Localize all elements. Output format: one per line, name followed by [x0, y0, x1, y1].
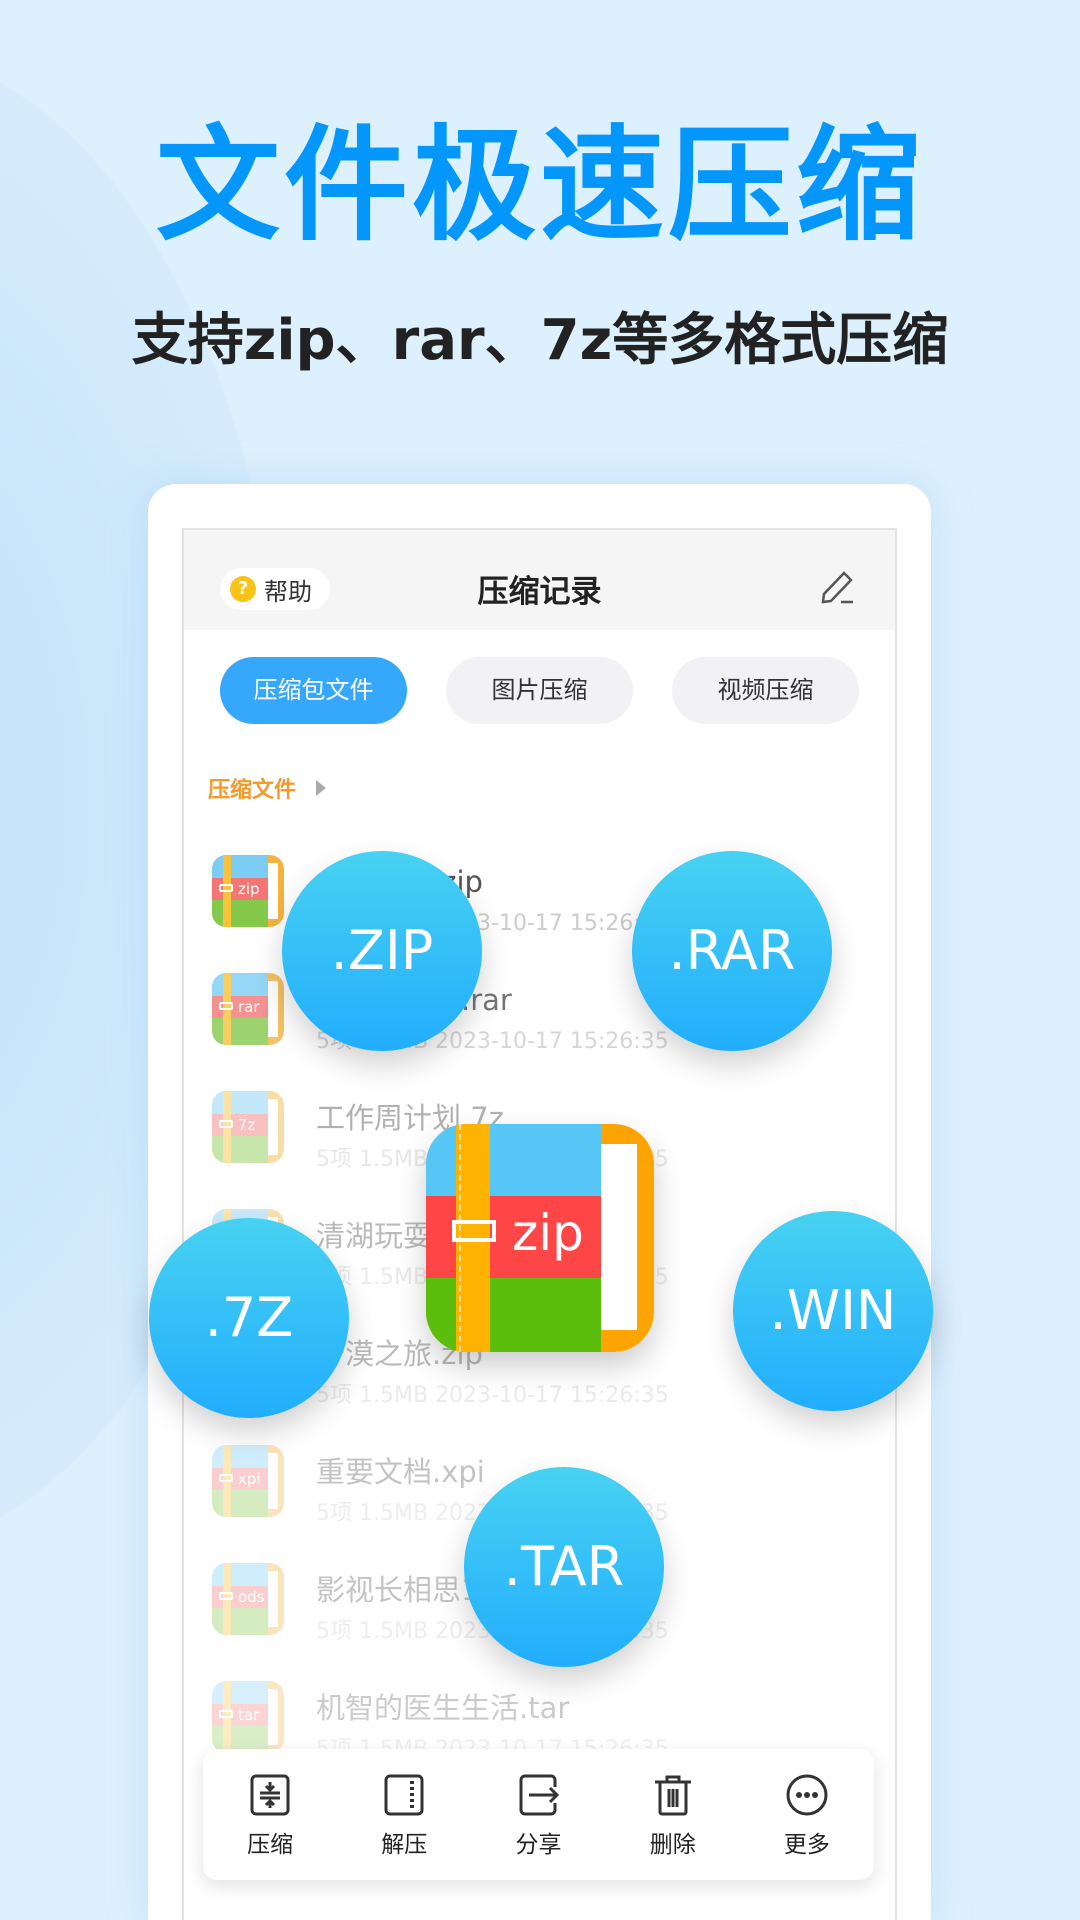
format-bubble-rar: .RAR [632, 851, 832, 1051]
compress-label: 压缩 [247, 1832, 294, 1858]
app-header: ? 帮助 压缩记录 [184, 530, 895, 630]
file-name: 机智的医生生活.tar [316, 1691, 570, 1725]
file-ext-label: zip [238, 880, 260, 898]
format-bubble-zip: .ZIP [282, 851, 482, 1051]
compress-button[interactable]: 压缩 [203, 1749, 337, 1880]
file-ext-label: 7z [238, 1116, 256, 1134]
share-icon [519, 1774, 559, 1816]
format-bubble-7z: .7Z [149, 1218, 349, 1418]
tab-archive-files[interactable]: 压缩包文件 [220, 657, 407, 724]
section-label: 压缩文件 [208, 778, 297, 803]
trash-icon [654, 1775, 691, 1816]
hero-title: 文件极速压缩 [155, 114, 924, 258]
delete-button[interactable]: 删除 [606, 1749, 740, 1880]
archive-file-icon: tar [212, 1681, 284, 1753]
more-button[interactable]: 更多 [740, 1749, 874, 1880]
archive-file-icon: 7z [212, 1091, 284, 1163]
file-ext-label: tar [238, 1706, 260, 1724]
unzip-button[interactable]: 解压 [337, 1749, 471, 1880]
archive-file-icon: xpi [212, 1445, 284, 1517]
file-ext-label: rar [238, 998, 260, 1016]
unzip-icon [384, 1774, 424, 1816]
share-button[interactable]: 分享 [471, 1749, 605, 1880]
file-meta: 5项 1.5MB 2023-10-17 15:26:35 [316, 1383, 669, 1408]
tab-image-compress[interactable]: 图片压缩 [446, 657, 633, 724]
zip-icon-label: zip [512, 1204, 584, 1262]
hero-subtitle: 支持zip、rar、7z等多格式压缩 [131, 308, 949, 373]
format-bubble-tar: .TAR [464, 1467, 664, 1667]
tab-video-compress[interactable]: 视频压缩 [672, 657, 859, 724]
more-label: 更多 [783, 1832, 830, 1858]
file-name: 重要文档.xpi [316, 1455, 485, 1489]
format-bubble-win: .WIN [733, 1211, 933, 1411]
section-header[interactable]: 压缩文件 [208, 772, 327, 804]
zip-archive-icon: zip [426, 1124, 654, 1352]
share-label: 分享 [515, 1832, 562, 1858]
caret-right-icon [316, 780, 327, 796]
edit-icon[interactable] [817, 568, 857, 608]
page-title: 压缩记录 [477, 574, 602, 610]
archive-file-icon: zip [212, 855, 284, 927]
archive-file-icon: ods [212, 1563, 284, 1635]
bottom-toolbar: 压缩 解压 分享 删除 更多 [203, 1749, 874, 1880]
more-icon [786, 1774, 828, 1816]
unzip-label: 解压 [381, 1832, 428, 1858]
file-ext-label: xpi [238, 1470, 261, 1488]
file-ext-label: ods [238, 1588, 265, 1606]
archive-file-icon: rar [212, 973, 284, 1045]
compress-icon [250, 1774, 290, 1816]
delete-label: 删除 [649, 1832, 696, 1858]
